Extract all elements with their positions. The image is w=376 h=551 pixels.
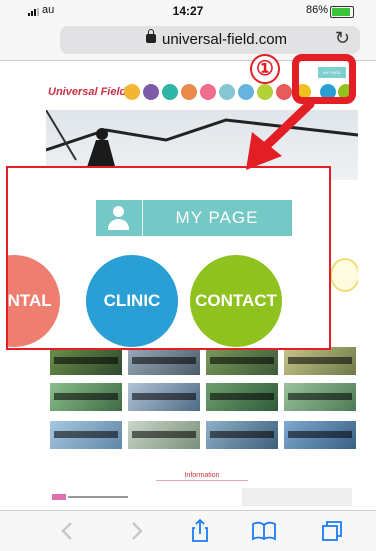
forward-icon[interactable]	[122, 517, 150, 545]
bookmarks-icon[interactable]	[250, 517, 278, 545]
browser-toolbar	[0, 510, 376, 551]
tabs-icon[interactable]	[318, 517, 346, 545]
step-number-badge: ①	[250, 54, 280, 84]
back-icon[interactable]	[54, 517, 82, 545]
highlight-box	[292, 54, 356, 104]
phone-screen: au 14:27 86% universal-field.com ↻ Unive…	[0, 0, 376, 551]
share-icon[interactable]	[186, 517, 214, 545]
